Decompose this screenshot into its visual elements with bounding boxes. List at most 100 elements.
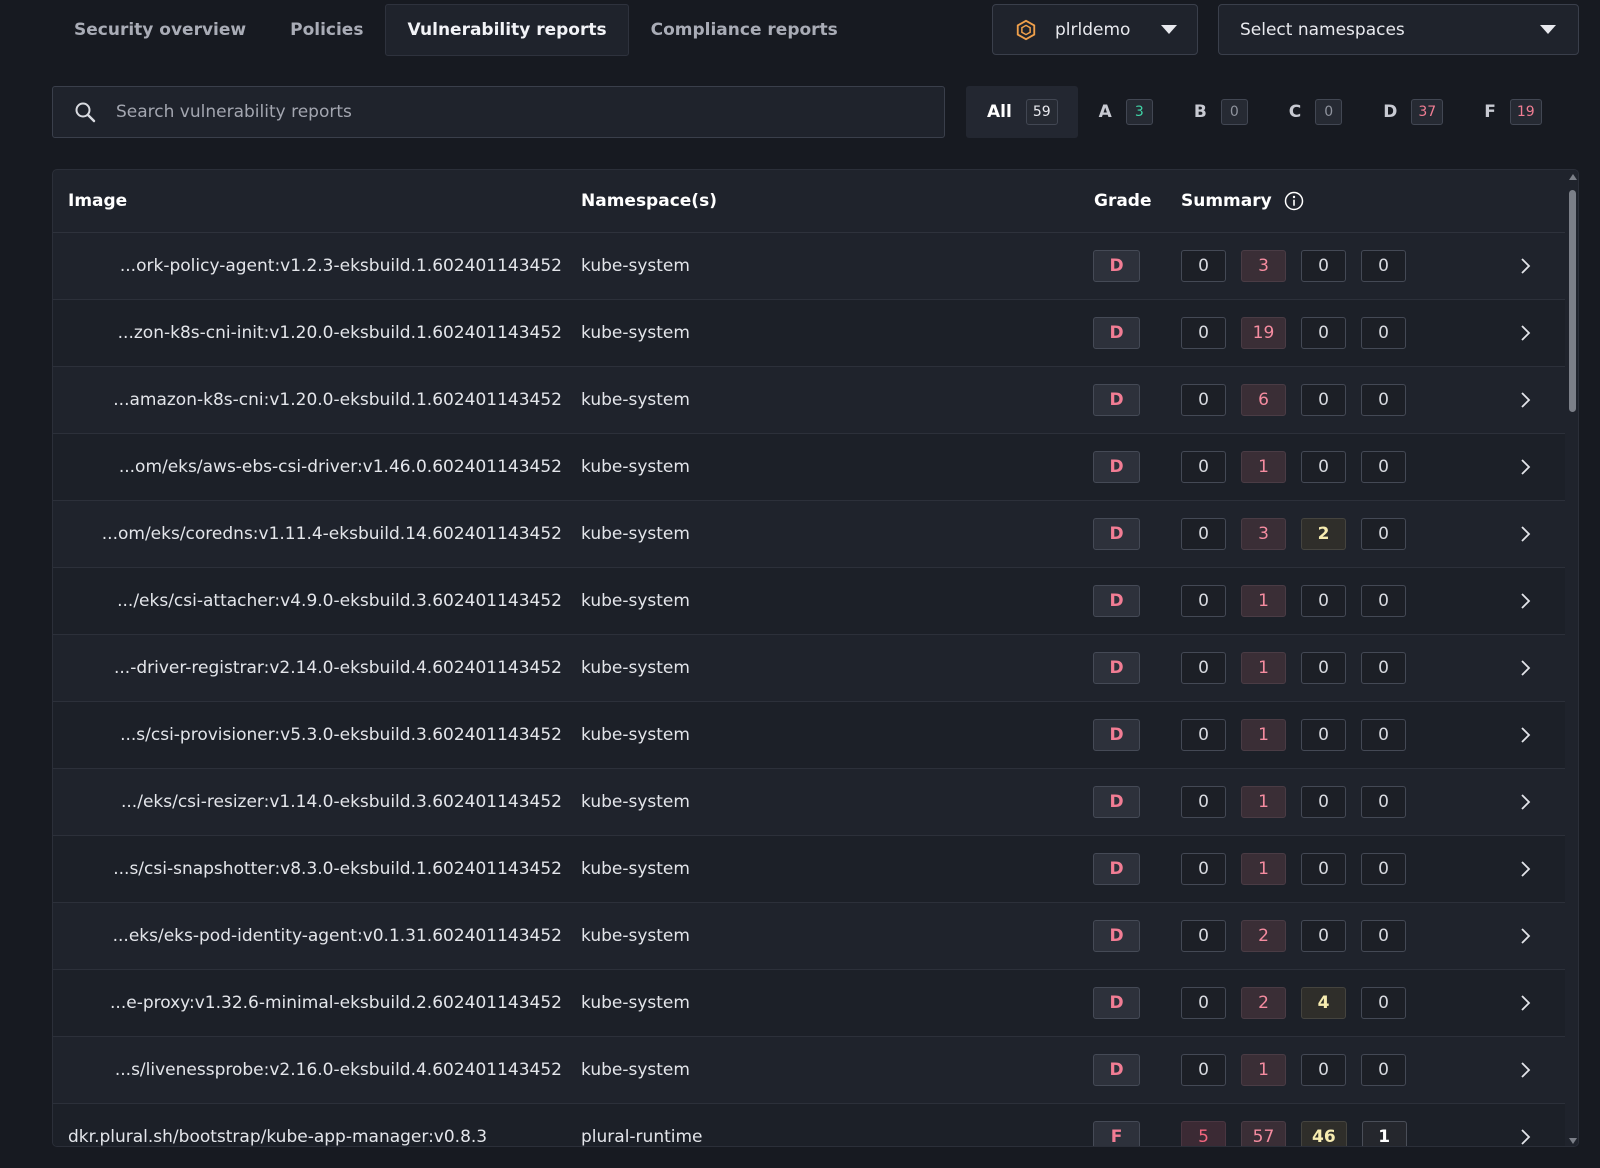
table-row[interactable]: ...s/csi-snapshotter:v8.3.0-eksbuild.1.6… bbox=[53, 836, 1565, 903]
table-row[interactable]: ...zon-k8s-cni-init:v1.20.0-eksbuild.1.6… bbox=[53, 300, 1565, 367]
high-count-badge: 2 bbox=[1241, 920, 1286, 952]
vulnerability-reports-table: Image Namespace(s) Grade Summary ...ork-… bbox=[52, 169, 1579, 1147]
summary-counts: 0100 bbox=[1181, 1054, 1421, 1086]
column-header-image: Image bbox=[68, 191, 128, 211]
chevron-right-icon[interactable] bbox=[1519, 458, 1531, 476]
high-count-badge: 1 bbox=[1241, 652, 1286, 684]
table-row[interactable]: ...om/eks/aws-ebs-csi-driver:v1.46.0.602… bbox=[53, 434, 1565, 501]
table-row[interactable]: ...amazon-k8s-cni:v1.20.0-eksbuild.1.602… bbox=[53, 367, 1565, 434]
chevron-down-icon bbox=[1540, 25, 1556, 34]
chevron-right-icon[interactable] bbox=[1519, 1128, 1531, 1146]
namespace-cell: kube-system bbox=[581, 658, 690, 678]
namespace-cell: kube-system bbox=[581, 993, 690, 1013]
high-count-badge: 2 bbox=[1241, 987, 1286, 1019]
high-count-badge: 1 bbox=[1241, 585, 1286, 617]
grade-filter-c[interactable]: C 0 bbox=[1268, 86, 1362, 138]
medium-count-badge: 46 bbox=[1301, 1121, 1347, 1146]
table-row[interactable]: ...s/csi-provisioner:v5.3.0-eksbuild.3.6… bbox=[53, 702, 1565, 769]
info-icon[interactable] bbox=[1284, 191, 1304, 211]
grade-filter-count: 0 bbox=[1315, 99, 1343, 125]
medium-count-badge: 2 bbox=[1301, 518, 1346, 550]
chevron-right-icon[interactable] bbox=[1519, 1061, 1531, 1079]
high-count-badge: 6 bbox=[1241, 384, 1286, 416]
chevron-right-icon[interactable] bbox=[1519, 525, 1531, 543]
image-cell: ...s/livenessprobe:v2.16.0-eksbuild.4.60… bbox=[114, 1060, 562, 1080]
summary-counts: 0240 bbox=[1181, 987, 1421, 1019]
grade-badge: D bbox=[1093, 518, 1140, 550]
image-cell: ...zon-k8s-cni-init:v1.20.0-eksbuild.1.6… bbox=[117, 323, 562, 343]
high-count-badge: 1 bbox=[1241, 719, 1286, 751]
namespace-select-value: Select namespaces bbox=[1240, 19, 1405, 40]
critical-count-badge: 0 bbox=[1181, 585, 1226, 617]
medium-count-badge: 0 bbox=[1301, 652, 1346, 684]
summary-counts: 5 57 46 1 bbox=[1181, 1121, 1422, 1146]
table-scrollbar[interactable] bbox=[1565, 170, 1578, 1146]
critical-count-badge: 0 bbox=[1181, 652, 1226, 684]
table-row[interactable]: ...s/livenessprobe:v2.16.0-eksbuild.4.60… bbox=[53, 1037, 1565, 1104]
chevron-right-icon[interactable] bbox=[1519, 860, 1531, 878]
summary-counts: 0320 bbox=[1181, 518, 1421, 550]
scroll-up-arrow-icon[interactable] bbox=[1569, 174, 1577, 180]
namespace-cell: plural-runtime bbox=[581, 1127, 703, 1147]
table-row[interactable]: ...-driver-registrar:v2.14.0-eksbuild.4.… bbox=[53, 635, 1565, 702]
column-header-namespaces: Namespace(s) bbox=[581, 191, 717, 211]
chevron-right-icon[interactable] bbox=[1519, 927, 1531, 945]
medium-count-badge: 0 bbox=[1301, 920, 1346, 952]
table-row[interactable]: .../eks/csi-attacher:v4.9.0-eksbuild.3.6… bbox=[53, 568, 1565, 635]
chevron-right-icon[interactable] bbox=[1519, 994, 1531, 1012]
column-header-summary: Summary bbox=[1181, 191, 1304, 211]
tab-security-overview[interactable]: Security overview bbox=[52, 4, 268, 56]
grade-filter-count: 3 bbox=[1125, 99, 1153, 125]
grade-filter-d[interactable]: D 37 bbox=[1362, 86, 1463, 138]
critical-count-badge: 0 bbox=[1181, 451, 1226, 483]
chevron-right-icon[interactable] bbox=[1519, 257, 1531, 275]
grade-filter-all[interactable]: All 59 bbox=[966, 86, 1078, 138]
namespace-cell: kube-system bbox=[581, 524, 690, 544]
table-row[interactable]: ...e-proxy:v1.32.6-minimal-eksbuild.2.60… bbox=[53, 970, 1565, 1037]
grade-badge: D bbox=[1093, 1054, 1140, 1086]
low-count-badge: 0 bbox=[1361, 451, 1406, 483]
grade-filter-a[interactable]: A 3 bbox=[1078, 86, 1173, 138]
tab-vulnerability-reports[interactable]: Vulnerability reports bbox=[385, 4, 629, 56]
search-input[interactable] bbox=[116, 102, 944, 122]
chevron-right-icon[interactable] bbox=[1519, 793, 1531, 811]
chevron-right-icon[interactable] bbox=[1519, 726, 1531, 744]
chevron-right-icon[interactable] bbox=[1519, 659, 1531, 677]
high-count-badge: 1 bbox=[1241, 853, 1286, 885]
critical-count-badge: 0 bbox=[1181, 920, 1226, 952]
image-cell: .../eks/csi-attacher:v4.9.0-eksbuild.3.6… bbox=[117, 591, 562, 611]
grade-filter-label: C bbox=[1288, 102, 1302, 122]
table-row[interactable]: dkr.plural.sh/bootstrap/kube-app-manager… bbox=[53, 1104, 1565, 1147]
low-count-badge: 0 bbox=[1361, 920, 1406, 952]
grade-filter-f[interactable]: F 19 bbox=[1463, 86, 1561, 138]
search-box bbox=[52, 86, 945, 138]
chevron-right-icon[interactable] bbox=[1519, 324, 1531, 342]
summary-counts: 0100 bbox=[1181, 451, 1421, 483]
namespace-select[interactable]: Select namespaces bbox=[1218, 4, 1579, 55]
summary-counts: 0100 bbox=[1181, 853, 1421, 885]
medium-count-badge: 0 bbox=[1301, 786, 1346, 818]
grade-filter-b[interactable]: B 0 bbox=[1173, 86, 1268, 138]
chevron-right-icon[interactable] bbox=[1519, 592, 1531, 610]
chevron-right-icon[interactable] bbox=[1519, 391, 1531, 409]
table-row[interactable]: .../eks/csi-resizer:v1.14.0-eksbuild.3.6… bbox=[53, 769, 1565, 836]
image-cell: ...s/csi-provisioner:v5.3.0-eksbuild.3.6… bbox=[120, 725, 562, 745]
medium-count-badge: 0 bbox=[1301, 384, 1346, 416]
scroll-down-arrow-icon[interactable] bbox=[1569, 1138, 1577, 1144]
search-icon bbox=[75, 102, 96, 123]
table-row[interactable]: ...om/eks/coredns:v1.11.4-eksbuild.14.60… bbox=[53, 501, 1565, 568]
chevron-down-icon bbox=[1161, 25, 1177, 34]
summary-counts: 0600 bbox=[1181, 384, 1421, 416]
image-cell: ...amazon-k8s-cni:v1.20.0-eksbuild.1.602… bbox=[113, 390, 562, 410]
grade-filter-count: 59 bbox=[1025, 99, 1058, 125]
table-header: Image Namespace(s) Grade Summary bbox=[53, 170, 1578, 233]
scrollbar-thumb[interactable] bbox=[1569, 190, 1576, 412]
tab-compliance-reports[interactable]: Compliance reports bbox=[629, 4, 860, 56]
table-row[interactable]: ...eks/eks-pod-identity-agent:v0.1.31.60… bbox=[53, 903, 1565, 970]
grade-filter-label: D bbox=[1383, 102, 1398, 122]
summary-counts: 0 19 0 0 bbox=[1181, 317, 1421, 349]
namespace-cell: kube-system bbox=[581, 1060, 690, 1080]
tab-policies[interactable]: Policies bbox=[268, 4, 385, 56]
cluster-select[interactable]: plrldemo bbox=[992, 4, 1198, 55]
table-row[interactable]: ...ork-policy-agent:v1.2.3-eksbuild.1.60… bbox=[53, 233, 1565, 300]
